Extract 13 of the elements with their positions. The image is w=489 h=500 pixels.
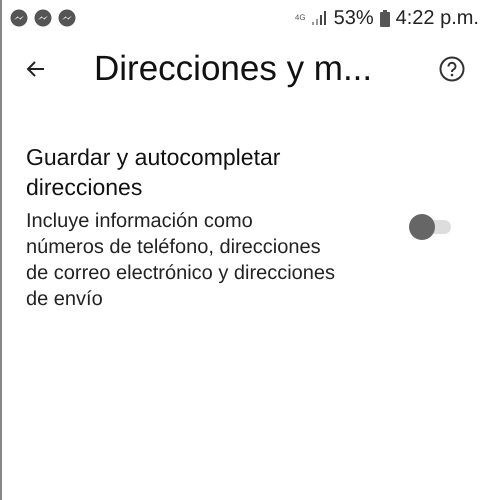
messenger-icon <box>34 9 52 27</box>
clock: 4:22 p.m. <box>396 6 479 30</box>
network-type: 4G <box>294 14 306 22</box>
help-button[interactable] <box>439 56 465 82</box>
setting-title: Guardar y autocompletar direcciones <box>26 143 282 202</box>
setting-description: Incluye información como números de teléfono, direcciones de correo electrónico y direcciones de envío <box>26 209 336 312</box>
messenger-icon <box>10 9 28 27</box>
toggle-switch[interactable] <box>409 214 453 240</box>
battery-icon <box>380 10 390 26</box>
page-title: Direcciones y m... <box>94 49 374 89</box>
battery-percent: 53% <box>334 6 374 30</box>
messenger-icon <box>58 9 76 27</box>
signal-icon <box>312 11 328 25</box>
